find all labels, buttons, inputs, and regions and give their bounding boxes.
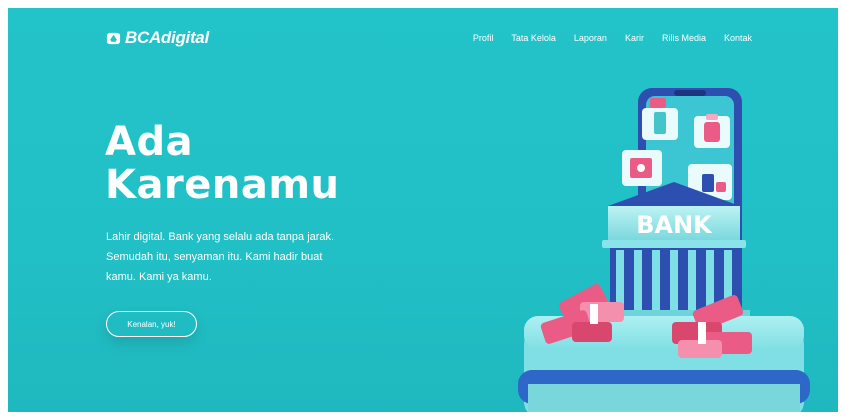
nav-item-laporan[interactable]: Laporan [574, 33, 607, 43]
nav-item-profil[interactable]: Profil [473, 33, 494, 43]
hero-title-line2: Karenamu [105, 162, 340, 208]
hero-title: Ada Karenamu [105, 121, 339, 207]
page-frame: BCAdigital Profil Tata Kelola Laporan Ka… [8, 8, 838, 412]
brand-name: BCAdigital [125, 28, 209, 47]
floating-card-jar [694, 114, 730, 148]
cta-button[interactable]: Kenalan, yuk! [106, 311, 197, 337]
nav-item-tata-kelola[interactable]: Tata Kelola [511, 33, 556, 43]
bank-illustration: BANK [488, 78, 818, 412]
nav-item-rilis-media[interactable]: Rilis Media [662, 33, 706, 43]
bank-phone-illustration: BANK [518, 88, 810, 412]
hero-title-line1: Ada [105, 119, 194, 165]
hero-description: Lahir digital. Bank yang selalu ada tanp… [106, 231, 335, 283]
bca-logo-icon [106, 32, 121, 44]
nav-item-kontak[interactable]: Kontak [724, 33, 752, 43]
floating-card-safe [622, 150, 662, 186]
nav-item-karir[interactable]: Karir [625, 33, 644, 43]
bank-sign: BANK [636, 211, 713, 239]
main-nav: Profil Tata Kelola Laporan Karir Rilis M… [473, 33, 752, 43]
brand-logo[interactable]: BCAdigital [106, 28, 209, 48]
